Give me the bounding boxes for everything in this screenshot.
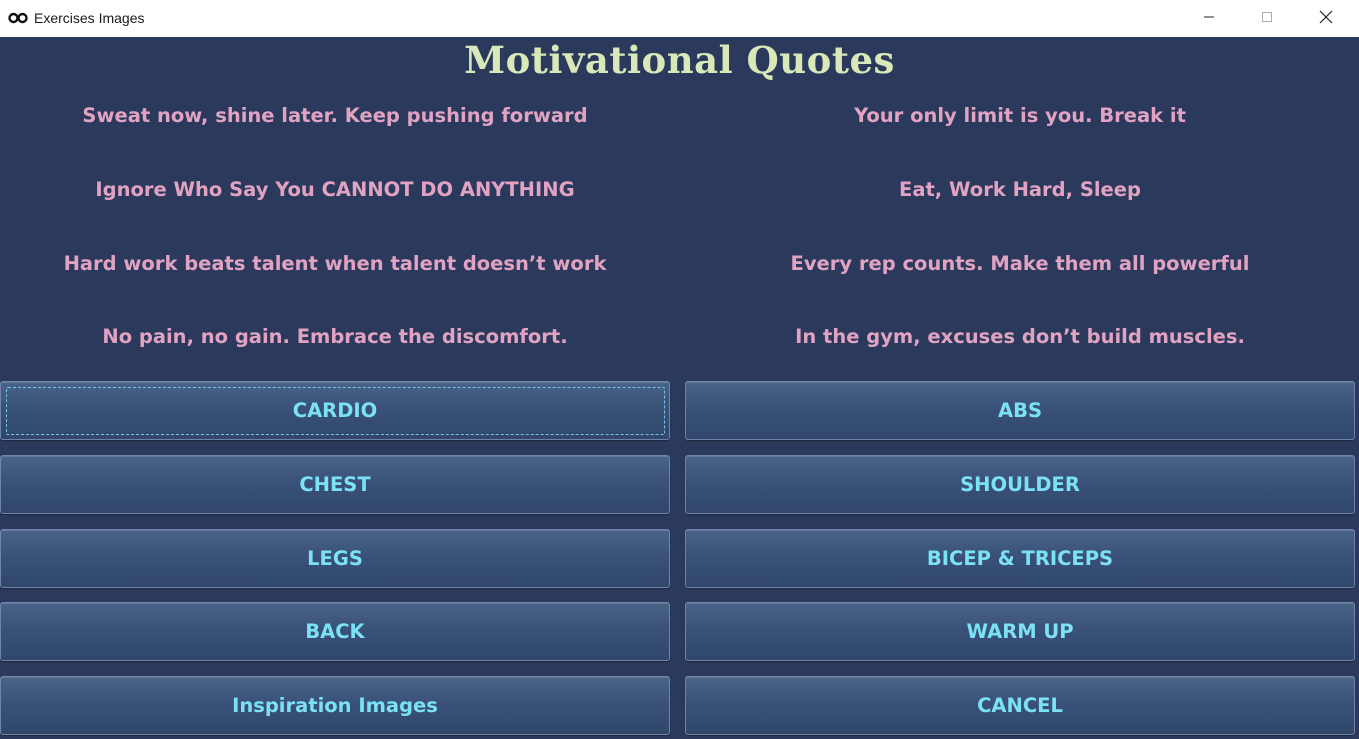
cancel-button-label: CANCEL [977,694,1063,717]
inspiration-images-button-label: Inspiration Images [232,694,438,717]
close-icon [1319,10,1333,27]
title-bar[interactable]: Exercises Images [0,0,1359,37]
quote-text: Hard work beats talent when talent doesn… [63,252,607,275]
cardio-button-label: CARDIO [292,399,378,422]
minimize-button[interactable] [1180,0,1238,36]
abs-button-label: ABS [998,399,1042,422]
quote-text: Your only limit is you. Break it [854,104,1186,127]
warm-up-button[interactable]: WARM UP [685,602,1355,661]
chest-button-label: CHEST [299,473,371,496]
legs-button[interactable]: LEGS [0,529,670,588]
quote-text: Ignore Who Say You CANNOT DO ANYTHING [95,178,575,201]
window-title: Exercises Images [34,10,145,26]
legs-button-label: LEGS [307,547,363,570]
back-button[interactable]: BACK [0,602,670,661]
abs-button[interactable]: ABS [685,381,1355,440]
quote-text: No pain, no gain. Embrace the discomfort… [102,325,568,348]
close-button[interactable] [1297,0,1355,36]
quote-text: Eat, Work Hard, Sleep [899,178,1141,201]
bicep-triceps-button-label: BICEP & TRICEPS [926,547,1114,570]
app-window: Exercises Images Motivational Quotes Swe… [0,0,1359,739]
cardio-button[interactable]: CARDIO [0,381,670,440]
maximize-button[interactable] [1238,0,1296,36]
inspiration-images-button[interactable]: Inspiration Images [0,676,670,735]
maximize-icon [1261,10,1273,26]
quote-text: In the gym, excuses don’t build muscles. [795,325,1245,348]
quote-text: Sweat now, shine later. Keep pushing for… [82,104,588,127]
back-button-label: BACK [305,620,365,643]
app-logo-icon [8,10,28,26]
warm-up-button-label: WARM UP [966,620,1074,643]
shoulder-button-label: SHOULDER [960,473,1080,496]
chest-button[interactable]: CHEST [0,455,670,514]
bicep-triceps-button[interactable]: BICEP & TRICEPS [685,529,1355,588]
minimize-icon [1203,10,1215,26]
shoulder-button[interactable]: SHOULDER [685,455,1355,514]
cancel-button[interactable]: CANCEL [685,676,1355,735]
page-title: Motivational Quotes [464,38,895,82]
quote-text: Every rep counts. Make them all powerful [790,252,1250,275]
